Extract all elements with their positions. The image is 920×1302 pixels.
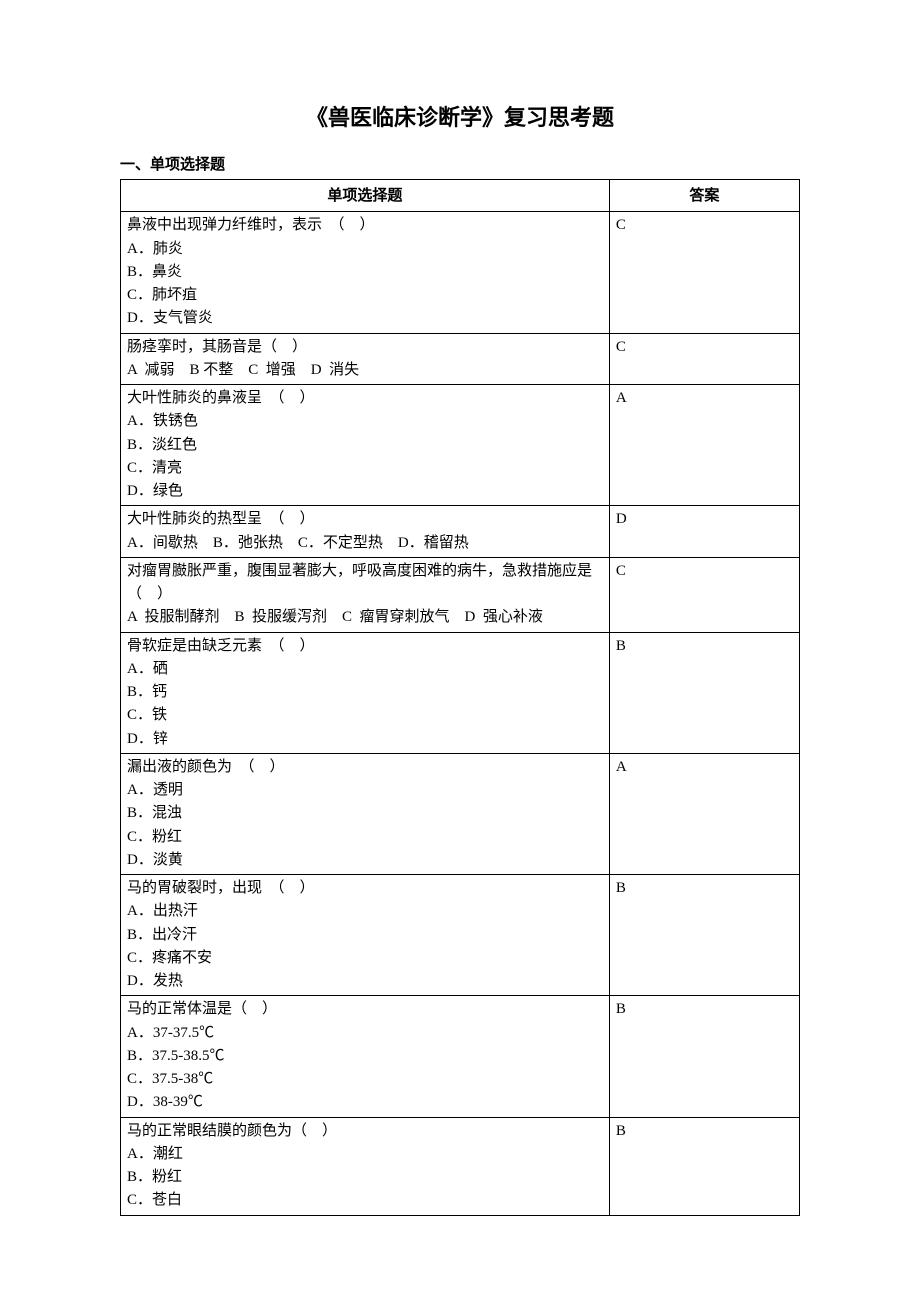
question-option: D．稽留热: [398, 535, 469, 551]
question-options-line: A 减弱 B 不整 C 增强 D 消失: [127, 359, 603, 382]
question-option: C．37.5-38℃: [127, 1068, 603, 1091]
question-option: C．不定型热: [298, 535, 383, 551]
question-stem: 肠痉挛时，其肠音是（ ）: [127, 336, 603, 359]
header-answer: 答案: [609, 180, 799, 212]
answer-cell: B: [609, 875, 799, 996]
table-row: 漏出液的颜色为 （ ）A．透明B．混浊C．粉红D．淡黄A: [121, 753, 800, 874]
table-row: 大叶性肺炎的热型呈 （ ）A．间歇热 B．弛张热 C．不定型热 D．稽留热D: [121, 506, 800, 558]
question-option: A．透明: [127, 779, 603, 802]
question-cell: 马的正常眼结膜的颜色为（ ）A．潮红B．粉红C．苍白: [121, 1117, 610, 1215]
answer-cell: C: [609, 557, 799, 632]
question-cell: 马的胃破裂时，出现 （ ）A．出热汗B．出冷汗C．疼痛不安D．发热: [121, 875, 610, 996]
question-option: A．出热汗: [127, 900, 603, 923]
question-option: C．苍白: [127, 1189, 603, 1212]
answer-cell: B: [609, 1117, 799, 1215]
question-stem: 大叶性肺炎的鼻液呈 （ ）: [127, 387, 603, 410]
question-cell: 漏出液的颜色为 （ ）A．透明B．混浊C．粉红D．淡黄: [121, 753, 610, 874]
question-stem: 马的正常体温是（ ）: [127, 998, 603, 1021]
question-option: B 投服缓泻剂: [235, 609, 328, 625]
question-option: A．铁锈色: [127, 410, 603, 433]
question-options-line: A．间歇热 B．弛张热 C．不定型热 D．稽留热: [127, 532, 603, 555]
question-option: D 消失: [311, 362, 359, 378]
question-option: C 增强: [248, 362, 296, 378]
table-row: 对瘤胃臌胀严重，腹围显著膨大，呼吸高度困难的病牛，急救措施应是（ ）A 投服制酵…: [121, 557, 800, 632]
answer-cell: D: [609, 506, 799, 558]
question-option: C．肺坏疽: [127, 284, 603, 307]
question-stem: 漏出液的颜色为 （ ）: [127, 756, 603, 779]
question-option: B．淡红色: [127, 434, 603, 457]
question-option: B．粉红: [127, 1166, 603, 1189]
question-option: D．淡黄: [127, 849, 603, 872]
question-option: D．绿色: [127, 480, 603, 503]
question-cell: 大叶性肺炎的热型呈 （ ）A．间歇热 B．弛张热 C．不定型热 D．稽留热: [121, 506, 610, 558]
question-option: C．粉红: [127, 826, 603, 849]
table-row: 马的胃破裂时，出现 （ ）A．出热汗B．出冷汗C．疼痛不安D．发热B: [121, 875, 800, 996]
question-option: B．弛张热: [213, 535, 283, 551]
question-cell: 骨软症是由缺乏元素 （ ）A．硒B．钙C．铁D．锌: [121, 632, 610, 753]
question-cell: 鼻液中出现弹力纤维时，表示 （ ）A．肺炎B．鼻炎C．肺坏疽D．支气管炎: [121, 212, 610, 333]
question-option: D 强心补液: [465, 609, 543, 625]
table-header-row: 单项选择题 答案: [121, 180, 800, 212]
question-option: C．疼痛不安: [127, 947, 603, 970]
question-option: A．潮红: [127, 1143, 603, 1166]
answer-cell: A: [609, 753, 799, 874]
question-options-line: A 投服制酵剂 B 投服缓泻剂 C 瘤胃穿刺放气 D 强心补液: [127, 606, 603, 629]
question-option: A．间歇热: [127, 535, 198, 551]
question-option: B．鼻炎: [127, 261, 603, 284]
question-stem: 大叶性肺炎的热型呈 （ ）: [127, 508, 603, 531]
question-option: B．出冷汗: [127, 924, 603, 947]
table-row: 马的正常体温是（ ）A．37-37.5℃B．37.5-38.5℃C．37.5-3…: [121, 996, 800, 1117]
question-option: D．锌: [127, 728, 603, 751]
question-option: C 瘤胃穿刺放气: [342, 609, 450, 625]
question-stem: 对瘤胃臌胀严重，腹围显著膨大，呼吸高度困难的病牛，急救措施应是（ ）: [127, 560, 603, 607]
question-stem: 鼻液中出现弹力纤维时，表示 （ ）: [127, 214, 603, 237]
question-option: D．发热: [127, 970, 603, 993]
question-stem: 马的正常眼结膜的颜色为（ ）: [127, 1120, 603, 1143]
question-option: B．37.5-38.5℃: [127, 1045, 603, 1068]
table-row: 大叶性肺炎的鼻液呈 （ ）A．铁锈色B．淡红色C．清亮D．绿色A: [121, 385, 800, 506]
question-option: C．铁: [127, 704, 603, 727]
question-option: A．肺炎: [127, 238, 603, 261]
question-option: D．38-39℃: [127, 1091, 603, 1114]
question-option: B．混浊: [127, 802, 603, 825]
table-row: 马的正常眼结膜的颜色为（ ）A．潮红B．粉红C．苍白B: [121, 1117, 800, 1215]
table-row: 肠痉挛时，其肠音是（ ）A 减弱 B 不整 C 增强 D 消失C: [121, 333, 800, 385]
page-title: 《兽医临床诊断学》复习思考题: [120, 100, 800, 135]
question-option: A 减弱: [127, 362, 175, 378]
question-stem: 骨软症是由缺乏元素 （ ）: [127, 635, 603, 658]
question-option: B 不整: [190, 362, 234, 378]
header-question: 单项选择题: [121, 180, 610, 212]
answer-cell: B: [609, 996, 799, 1117]
question-option: D．支气管炎: [127, 307, 603, 330]
answer-cell: B: [609, 632, 799, 753]
question-cell: 肠痉挛时，其肠音是（ ）A 减弱 B 不整 C 增强 D 消失: [121, 333, 610, 385]
question-option: B．钙: [127, 681, 603, 704]
table-row: 骨软症是由缺乏元素 （ ）A．硒B．钙C．铁D．锌B: [121, 632, 800, 753]
answer-cell: C: [609, 212, 799, 333]
question-option: C．清亮: [127, 457, 603, 480]
question-cell: 马的正常体温是（ ）A．37-37.5℃B．37.5-38.5℃C．37.5-3…: [121, 996, 610, 1117]
answer-cell: A: [609, 385, 799, 506]
question-option: A．硒: [127, 658, 603, 681]
question-option: A．37-37.5℃: [127, 1022, 603, 1045]
question-cell: 大叶性肺炎的鼻液呈 （ ）A．铁锈色B．淡红色C．清亮D．绿色: [121, 385, 610, 506]
question-option: A 投服制酵剂: [127, 609, 220, 625]
answer-cell: C: [609, 333, 799, 385]
questions-table: 单项选择题 答案 鼻液中出现弹力纤维时，表示 （ ）A．肺炎B．鼻炎C．肺坏疽D…: [120, 179, 800, 1216]
section-header: 一、单项选择题: [120, 153, 800, 177]
question-stem: 马的胃破裂时，出现 （ ）: [127, 877, 603, 900]
table-row: 鼻液中出现弹力纤维时，表示 （ ）A．肺炎B．鼻炎C．肺坏疽D．支气管炎C: [121, 212, 800, 333]
question-cell: 对瘤胃臌胀严重，腹围显著膨大，呼吸高度困难的病牛，急救措施应是（ ）A 投服制酵…: [121, 557, 610, 632]
